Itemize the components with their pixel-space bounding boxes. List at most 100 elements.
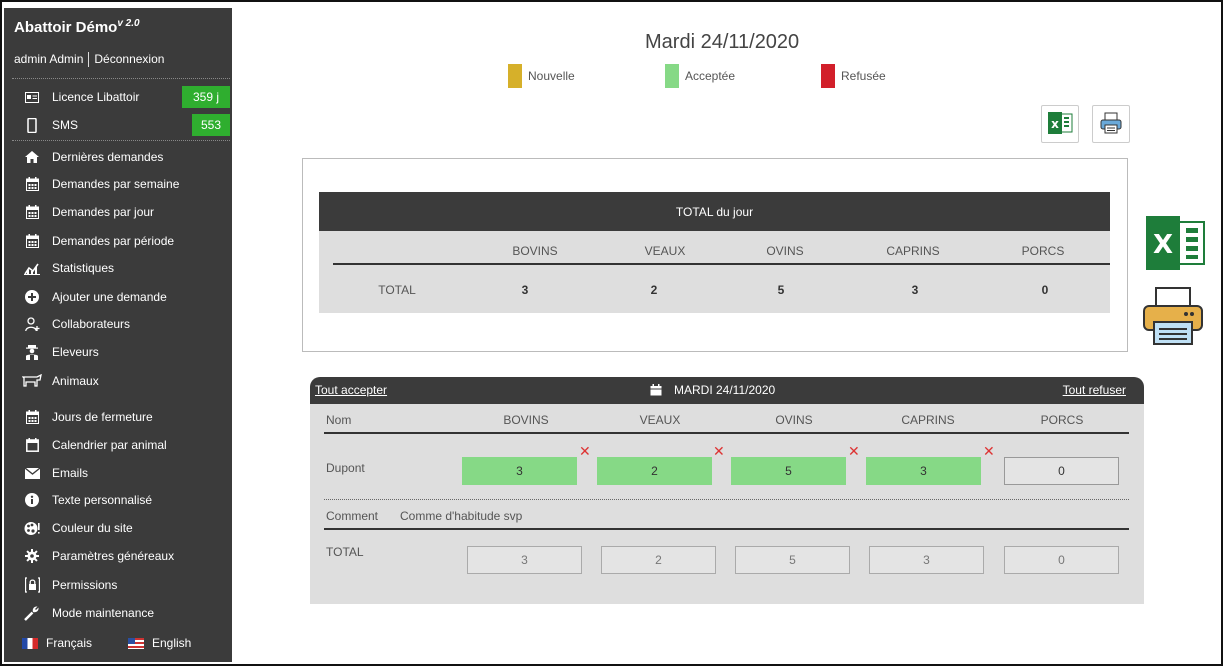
quantity-input-ovins[interactable]: 5 [731,457,846,485]
home-icon [22,151,42,163]
day-panel-header: Tout accepter MARDI 24/11/2020 Tout refu… [310,377,1144,404]
legend-swatch [821,64,835,88]
total-porcs-field: 0 [1004,546,1119,574]
day-date: MARDI 24/11/2020 [650,383,775,397]
id-card-icon [22,91,42,103]
sidebar-item-eleveurs[interactable]: Eleveurs [4,339,232,365]
sidebar-item-couleur-site[interactable]: Couleur du site [4,515,232,541]
sidebar-item-label: Texte personnalisé [52,493,153,507]
quantity-input-veaux[interactable]: 2 [597,457,712,485]
column-header: CAPRINS [886,244,940,258]
sidebar-item-demandes-periode[interactable]: Demandes par période [4,228,232,254]
sidebar-item-label: Paramètres généreaux [52,549,175,563]
calendar-icon [22,410,42,424]
legend-refusee: Refusée [821,64,886,88]
sidebar-item-sms[interactable]: SMS 553 [4,112,232,138]
total-value-caprins: 3 [911,283,919,297]
language-label: English [152,636,192,650]
page-title: Mardi 24/11/2020 [645,31,800,53]
sidebar-item-label: Emails [52,466,89,480]
sidebar-item-dernieres-demandes[interactable]: Dernières demandes [4,144,232,170]
sidebar-item-label: Calendrier par animal [52,438,167,452]
sidebar-item-maintenance[interactable]: Mode maintenance [4,600,232,626]
wrench-icon [22,605,42,621]
palette-icon [22,521,42,536]
sidebar-item-texte-personnalise[interactable]: Texte personnalisé [4,487,232,513]
language-label: Français [46,636,93,650]
app-version: v 2.0 [117,18,140,29]
legend-swatch [508,64,522,88]
divider [324,432,1129,434]
comment-text: Comme d'habitude svp [400,509,523,523]
quantity-input-porcs[interactable]: 0 [1004,457,1119,485]
sidebar-item-collaborateurs[interactable]: Collaborateurs [4,311,232,337]
column-header: BOVINS [503,413,549,427]
print-button[interactable] [1092,105,1130,143]
calendar-icon [650,384,662,396]
user-add-icon [22,316,42,332]
sidebar-item-label: Licence Libattoir [52,90,140,104]
legend-swatch [665,64,679,88]
legend-label: Nouvelle [528,69,575,83]
day-requests-panel: Tout accepter MARDI 24/11/2020 Tout refu… [310,377,1144,604]
refuse-x-icon[interactable]: ✕ [579,443,591,460]
legend-label: Acceptée [685,69,736,83]
lock-icon [22,577,42,593]
sidebar-item-permissions[interactable]: Permissions [4,572,232,598]
total-du-jour-panel: TOTAL du jour BOVINS VEAUX OVINS CAPRINS… [302,158,1128,352]
export-excel-button[interactable]: x [1041,105,1079,143]
sidebar-item-label: Jours de fermeture [52,410,153,424]
sidebar-item-statistiques[interactable]: Statistiques [4,255,232,281]
sidebar-item-parametres[interactable]: Paramètres généreaux [4,543,232,569]
print-large-button[interactable] [1140,284,1206,351]
export-excel-large-button[interactable]: X [1146,216,1208,273]
sidebar-item-label: Ajouter une demande [52,290,167,304]
sidebar-item-animaux[interactable]: Animaux [4,368,232,394]
total-bovins-field: 3 [467,546,582,574]
sidebar-item-demandes-jour[interactable]: Demandes par jour [4,199,232,225]
column-header: VEAUX [639,413,681,427]
sidebar-item-demandes-semaine[interactable]: Demandes par semaine [4,171,232,197]
divider [324,499,1129,500]
quantity-input-caprins[interactable]: 3 [866,457,981,485]
comment-label: Comment [326,509,379,523]
sidebar-item-calendrier-animal[interactable]: Calendrier par animal [4,432,232,458]
sidebar-item-emails[interactable]: Emails [4,460,232,486]
accept-all-link[interactable]: Tout accepter [315,383,387,397]
printer-icon [1099,111,1123,138]
excel-icon: x [1047,111,1073,138]
refuse-all-link[interactable]: Tout refuser [1063,383,1126,397]
printer-icon [1140,287,1206,351]
refuse-x-icon[interactable]: ✕ [713,443,725,460]
language-english[interactable]: English [128,636,191,650]
divider [12,78,230,79]
sidebar-item-label: Collaborateurs [52,317,131,331]
legend-label: Refusée [841,69,886,83]
sidebar-item-ajouter-demande[interactable]: Ajouter une demande [4,284,232,310]
refuse-x-icon[interactable]: ✕ [848,443,860,460]
column-header: PORCS [1021,244,1065,258]
logout-link[interactable]: Déconnexion [94,52,164,66]
legend-acceptee: Acceptée [665,64,735,88]
sidebar-item-licence[interactable]: Licence Libattoir 359 j [4,84,232,110]
mobile-icon [22,117,42,133]
sidebar-item-label: Demandes par jour [52,205,155,219]
language-french[interactable]: Français [22,636,92,650]
app-brand[interactable]: Abattoir Démov 2.0 [14,18,140,36]
calendar-icon [22,205,42,219]
refuse-x-icon[interactable]: ✕ [983,443,995,460]
cow-icon [22,374,42,388]
user-line: admin Admin Déconnexion [14,52,164,68]
quantity-input-bovins[interactable]: 3 [462,457,577,485]
sidebar-item-label: Statistiques [52,261,115,275]
excel-icon: X [1146,216,1208,273]
info-icon [22,493,42,507]
sidebar-item-jours-fermeture[interactable]: Jours de fermeture [4,404,232,430]
sidebar-item-label: Eleveurs [52,345,99,359]
svg-text:X: X [1153,230,1173,260]
sidebar-item-label: Demandes par semaine [52,177,180,191]
total-panel-body: BOVINS VEAUX OVINS CAPRINS PORCS TOTAL 3… [319,231,1110,313]
total-panel-title: TOTAL du jour [319,192,1110,231]
flag-us-icon [128,637,144,649]
app-name: Abattoir Démo [14,19,118,36]
